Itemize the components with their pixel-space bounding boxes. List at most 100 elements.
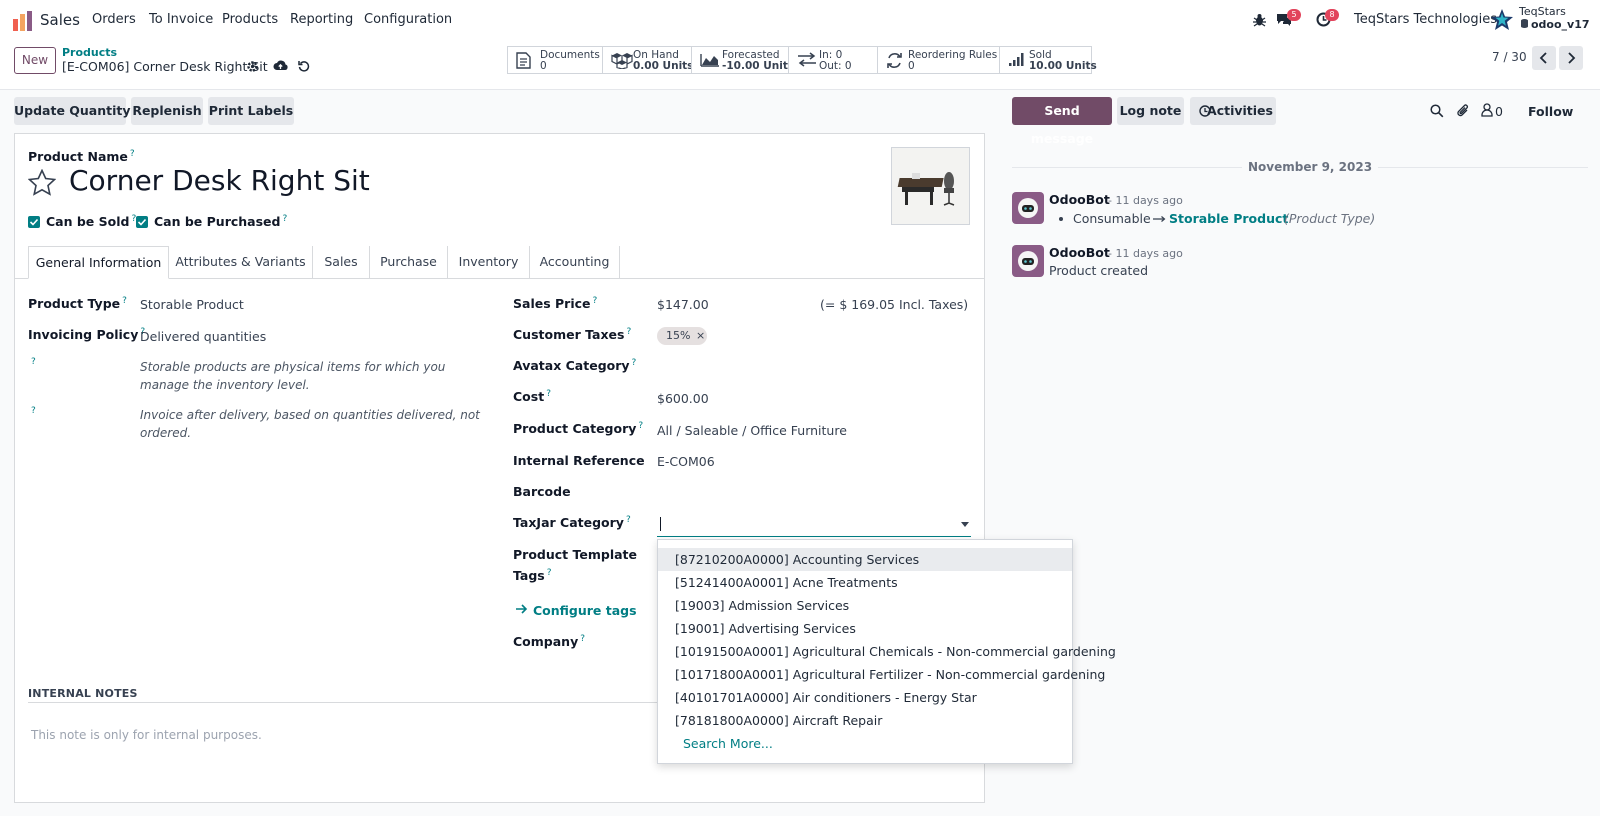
desk-image-icon [892, 148, 969, 224]
file-icon [516, 52, 531, 69]
search-more-option[interactable]: Search More... [658, 732, 1072, 755]
cost-field[interactable]: $600.00 [657, 391, 709, 406]
user-name[interactable]: TeqStars [1519, 5, 1566, 18]
pager-previous-button[interactable] [1532, 46, 1556, 70]
bullet [1059, 217, 1063, 221]
dropdown-option[interactable]: [78181800A0000] Aircraft Repair [658, 709, 1072, 732]
can-be-sold-checkbox[interactable] [28, 216, 40, 228]
avatar[interactable] [1012, 192, 1044, 224]
internal-reference-label: Internal Reference [513, 453, 645, 468]
dropdown-option[interactable]: [40101701A0000] Air conditioners - Energ… [658, 686, 1072, 709]
tab-general-information[interactable]: General Information [28, 246, 169, 279]
product-name-field[interactable]: Corner Desk Right Sit [69, 164, 370, 197]
dropdown-option[interactable]: [51241400A0001] Acne Treatments [658, 571, 1072, 594]
sales-price-label: Sales Price? [513, 296, 598, 312]
taxjar-category-label: TaxJar Category? [513, 515, 631, 531]
area-chart-icon [700, 52, 720, 67]
can-be-sold-label: Can be Sold? [46, 214, 137, 230]
refresh-icon [886, 52, 903, 69]
product-type-label: Product Type? [28, 296, 127, 312]
pager-next-button[interactable] [1559, 46, 1583, 70]
in-out-smart-button[interactable]: In: 0 Out: 0 [788, 46, 878, 74]
print-labels-button[interactable]: Print Labels [208, 97, 294, 125]
new-button[interactable]: New [14, 47, 56, 74]
reordering-rules-smart-button[interactable]: Reordering Rules 0 [877, 46, 1000, 74]
internal-notes-editor[interactable]: This note is only for internal purposes. [31, 728, 262, 742]
product-type-field[interactable]: Storable Product [140, 297, 244, 312]
app-name[interactable]: Sales [40, 11, 80, 29]
menu-reporting[interactable]: Reporting [290, 12, 353, 27]
followers-count[interactable]: 0 [1495, 104, 1503, 119]
message-author[interactable]: OdooBot [1049, 192, 1110, 207]
menu-orders[interactable]: Orders [92, 12, 136, 27]
update-quantity-button[interactable]: Update Quantity [14, 97, 131, 125]
send-message-button[interactable]: Send message [1012, 97, 1112, 146]
internal-reference-field[interactable]: E-COM06 [657, 454, 715, 469]
menu-configuration[interactable]: Configuration [364, 12, 452, 27]
checkmark-icon [29, 218, 39, 226]
database-name: odoo_v17 [1531, 18, 1590, 31]
sales-price-field[interactable]: $147.00 [657, 297, 709, 312]
breadcrumb-products[interactable]: Products [62, 46, 117, 59]
product-image[interactable] [891, 147, 970, 225]
replenish-button[interactable]: Replenish [131, 97, 203, 125]
breadcrumb-current: [E-COM06] Corner Desk Right Sit [62, 59, 268, 74]
exchange-icon [797, 52, 817, 67]
cloud-upload-icon[interactable] [273, 59, 288, 72]
avatax-category-label: Avatax Category? [513, 358, 637, 374]
caret-down-icon[interactable] [961, 522, 969, 527]
tag-remove-icon[interactable]: × [696, 329, 705, 342]
paperclip-icon[interactable] [1456, 103, 1470, 118]
taxjar-autocomplete-dropdown: [87210200A0000] Accounting Services [512… [657, 539, 1116, 764]
activities-button[interactable]: Activities [1190, 97, 1276, 125]
odoobot-avatar-icon [1018, 198, 1038, 218]
date-divider-left [1012, 167, 1242, 168]
tab-accounting[interactable]: Accounting [529, 246, 620, 279]
message-author[interactable]: OdooBot [1049, 245, 1110, 260]
top-navbar: Sales Orders To Invoice Products Reporti… [0, 0, 1600, 40]
menu-products[interactable]: Products [222, 12, 278, 27]
followers-user-icon[interactable] [1481, 103, 1493, 117]
bug-icon[interactable] [1253, 13, 1266, 27]
forecasted-smart-button[interactable]: Forecasted -10.00 Units [691, 46, 794, 74]
messages-badge: 5 [1287, 9, 1301, 21]
discard-undo-icon[interactable] [298, 60, 310, 72]
menu-to-invoice[interactable]: To Invoice [149, 12, 213, 27]
dropdown-option[interactable]: [10191500A0001] Agricultural Chemicals -… [658, 640, 1116, 663]
database-icon [1521, 19, 1528, 28]
tab-purchase[interactable]: Purchase [369, 246, 447, 279]
invoicing-policy-field[interactable]: Delivered quantities [140, 329, 266, 344]
tax-tag[interactable]: 15% × [657, 327, 707, 345]
follow-button[interactable]: Follow [1528, 104, 1573, 119]
pager-value[interactable]: 7 / 30 [1492, 50, 1527, 64]
dropdown-option[interactable]: [10171800A0001] Agricultural Fertilizer … [658, 663, 1105, 686]
invoicing-policy-label: Invoicing Policy? [28, 327, 146, 343]
log-note-button[interactable]: Log note [1117, 97, 1184, 125]
product-category-label: Product Category? [513, 421, 644, 437]
tab-inventory[interactable]: Inventory [447, 246, 529, 279]
avatar[interactable] [1012, 245, 1044, 277]
dropdown-option[interactable]: [19001] Advertising Services [658, 617, 1072, 640]
help-tooltip-icon: ? [31, 357, 36, 367]
dropdown-option[interactable]: [19003] Admission Services [658, 594, 1072, 617]
gear-icon[interactable] [246, 60, 259, 73]
configure-tags-link[interactable]: Configure tags [533, 603, 637, 618]
tab-attributes-variants[interactable]: Attributes & Variants [169, 246, 312, 279]
search-icon[interactable] [1430, 104, 1444, 118]
company-switcher[interactable]: TeqStars Technologies [1354, 12, 1497, 27]
documents-smart-button[interactable]: Documents 0 [507, 46, 603, 74]
taxjar-category-input[interactable] [657, 511, 971, 537]
product-category-field[interactable]: All / Saleable / Office Furniture [657, 423, 847, 438]
sold-smart-button[interactable]: Sold 10.00 Units [999, 46, 1097, 74]
can-be-purchased-checkbox[interactable] [136, 216, 148, 228]
sales-app-icon[interactable] [13, 11, 33, 31]
dropdown-option[interactable]: [87210200A0000] Accounting Services [658, 548, 1072, 571]
checkmark-icon [137, 218, 147, 226]
product-name-label: Product Name? [28, 149, 135, 165]
favorite-star-icon[interactable] [28, 169, 56, 196]
on-hand-smart-button[interactable]: On Hand 0.00 Units [602, 46, 693, 74]
cubes-icon [611, 52, 633, 69]
chevron-left-icon [1539, 52, 1547, 64]
customer-taxes-label: Customer Taxes? [513, 327, 632, 343]
tab-sales[interactable]: Sales [312, 246, 369, 279]
